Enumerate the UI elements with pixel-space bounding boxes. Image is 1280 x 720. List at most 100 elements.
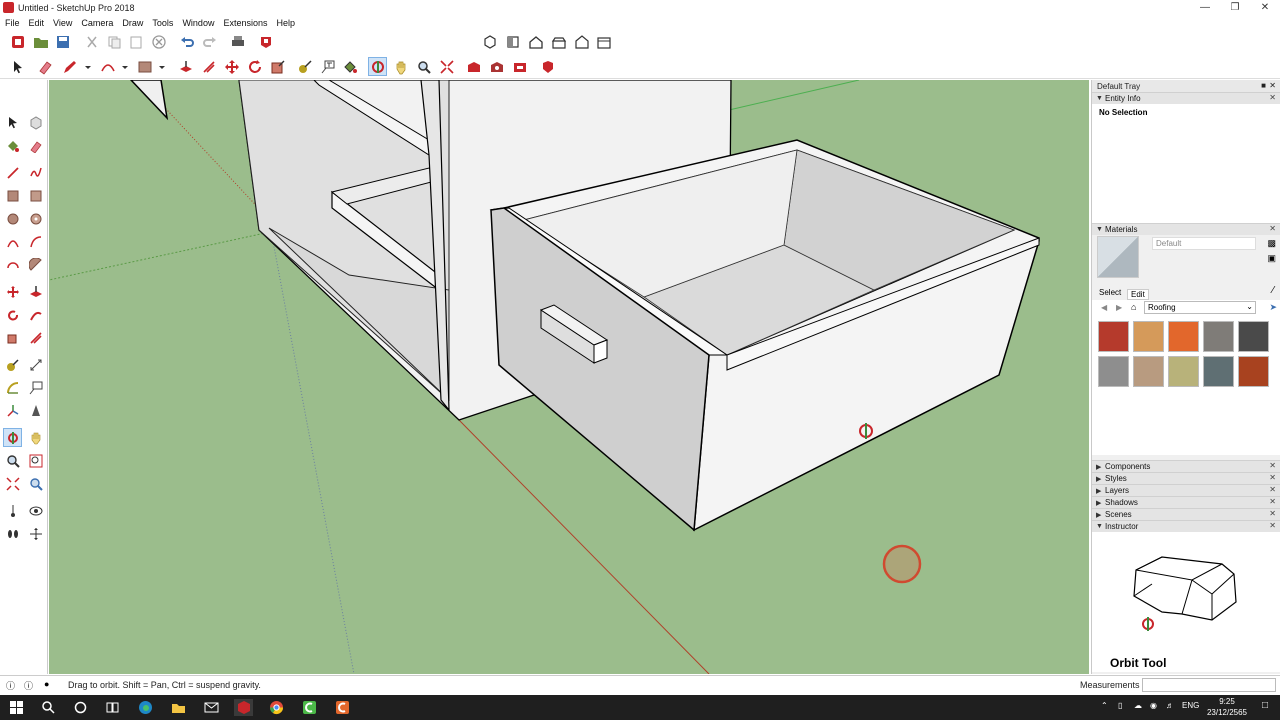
push-pull-icon[interactable]	[176, 57, 195, 76]
zoom-extents-icon[interactable]	[437, 57, 456, 76]
shadows-header[interactable]: ▶ Shadows ✕	[1092, 496, 1280, 508]
chevron-up-icon[interactable]: ⌃	[1101, 701, 1108, 710]
paint-bucket-icon[interactable]	[340, 57, 359, 76]
create-material-icon[interactable]: ▩	[1267, 238, 1276, 249]
rotated-rectangle-icon[interactable]	[26, 186, 45, 205]
follow-me-icon[interactable]	[26, 305, 45, 324]
section-plane-icon[interactable]	[26, 524, 45, 543]
cut-icon[interactable]	[82, 32, 101, 51]
freehand-icon[interactable]	[26, 163, 45, 182]
tape-measure-icon[interactable]	[295, 57, 314, 76]
credits-icon[interactable]: ⓘ	[24, 679, 33, 692]
tab-edit[interactable]: Edit	[1127, 289, 1149, 300]
orbit-tool-icon[interactable]	[3, 428, 22, 447]
zoom-window-icon[interactable]	[26, 451, 45, 470]
line-dropdown-icon[interactable]	[78, 57, 97, 76]
share-model-icon[interactable]	[487, 57, 506, 76]
axes-icon[interactable]	[3, 401, 22, 420]
camtasia-green-icon[interactable]	[301, 699, 318, 716]
panel-close-icon[interactable]: ✕	[1269, 224, 1276, 233]
back-arrow-icon[interactable]: ◀	[1101, 303, 1107, 312]
paste-icon[interactable]	[126, 32, 145, 51]
signin-icon[interactable]: ●	[44, 679, 49, 689]
forward-arrow-icon[interactable]: ▶	[1116, 303, 1122, 312]
undo-icon[interactable]	[177, 32, 196, 51]
move-tool-icon[interactable]	[3, 282, 22, 301]
menu-edit[interactable]: Edit	[24, 18, 49, 28]
material-swatch[interactable]	[1098, 321, 1129, 352]
model-info-icon[interactable]	[256, 32, 275, 51]
details-arrow-icon[interactable]: ➤	[1269, 302, 1277, 313]
save-icon[interactable]	[53, 32, 72, 51]
position-camera-icon[interactable]	[3, 501, 22, 520]
entity-info-header[interactable]: ▼ Entity Info ✕	[1092, 92, 1280, 104]
panel-close-icon[interactable]: ✕	[1269, 473, 1276, 482]
select-arrow-icon[interactable]	[8, 57, 27, 76]
top-view-icon[interactable]	[503, 32, 522, 51]
menu-view[interactable]: View	[48, 18, 76, 28]
panel-close-icon[interactable]: ✕	[1269, 497, 1276, 506]
minimize-icon[interactable]: —	[1190, 0, 1220, 15]
make-component-icon[interactable]	[26, 113, 45, 132]
notification-icon[interactable]: □	[1262, 700, 1268, 711]
search-icon[interactable]	[40, 699, 57, 716]
menu-tools[interactable]: Tools	[147, 18, 177, 28]
styles-header[interactable]: ▶ Styles ✕	[1092, 472, 1280, 484]
zoom-tool-icon[interactable]	[3, 451, 22, 470]
redo-icon[interactable]	[200, 32, 219, 51]
circle-tool-icon[interactable]	[3, 209, 22, 228]
zoom-icon[interactable]	[414, 57, 433, 76]
layers-header[interactable]: ▶ Layers ✕	[1092, 484, 1280, 496]
components-header[interactable]: ▶ Components ✕	[1092, 460, 1280, 472]
offset-tool-icon[interactable]	[26, 328, 45, 347]
material-swatch[interactable]	[1098, 356, 1129, 387]
front-view-icon[interactable]	[526, 32, 545, 51]
scale-tool-icon[interactable]	[3, 328, 22, 347]
text-icon[interactable]	[26, 378, 45, 397]
menu-help[interactable]: Help	[271, 18, 299, 28]
material-swatch[interactable]	[1168, 321, 1199, 352]
two-point-arc-icon[interactable]	[26, 232, 45, 251]
menu-file[interactable]: File	[0, 18, 24, 28]
select-icon[interactable]	[3, 113, 22, 132]
arc-dropdown-icon[interactable]	[115, 57, 134, 76]
panel-close-icon[interactable]: ✕	[1269, 93, 1276, 102]
panel-close-icon[interactable]: ✕	[1269, 521, 1276, 530]
material-swatch[interactable]	[1238, 321, 1269, 352]
pie-icon[interactable]	[26, 255, 45, 274]
modeling-viewport[interactable]	[49, 80, 1089, 674]
windows-start-icon[interactable]	[8, 699, 25, 716]
close-icon[interactable]: ✕	[1250, 0, 1280, 15]
open-file-icon[interactable]	[31, 32, 50, 51]
material-swatch[interactable]	[1168, 356, 1199, 387]
panel-close-icon[interactable]: ✕	[1269, 461, 1276, 470]
cortana-icon[interactable]	[72, 699, 89, 716]
rectangle-tool-icon[interactable]	[3, 186, 22, 205]
copy-icon[interactable]	[104, 32, 123, 51]
geo-location-icon[interactable]: ⓘ	[6, 679, 15, 692]
print-icon[interactable]	[228, 32, 247, 51]
offset-icon[interactable]	[199, 57, 218, 76]
previous-view-icon[interactable]	[26, 474, 45, 493]
collection-dropdown[interactable]: Roofing ⌄	[1144, 301, 1256, 314]
material-swatch[interactable]	[1133, 356, 1164, 387]
scenes-header[interactable]: ▶ Scenes ✕	[1092, 508, 1280, 520]
menu-extensions[interactable]: Extensions	[218, 18, 271, 28]
walk-icon[interactable]	[3, 524, 22, 543]
pin-icon[interactable]: ■	[1261, 81, 1266, 90]
eyedropper-icon[interactable]: ⁄	[1272, 285, 1274, 296]
system-clock[interactable]: 9:25 23/12/2565	[1196, 696, 1258, 718]
three-point-arc-icon[interactable]	[3, 255, 22, 274]
network-icon[interactable]: ◉	[1150, 701, 1157, 710]
warehouse-icon[interactable]	[464, 57, 483, 76]
battery-icon[interactable]: ▯	[1118, 701, 1122, 710]
instructor-header[interactable]: ▼ Instructor ✕	[1092, 520, 1280, 532]
arc-tool-icon[interactable]	[3, 232, 22, 251]
menu-window[interactable]: Window	[177, 18, 218, 28]
line-tool-icon[interactable]	[3, 163, 22, 182]
home-icon[interactable]: ⌂	[1131, 302, 1136, 312]
3d-text-icon[interactable]	[26, 401, 45, 420]
chrome-icon[interactable]	[268, 699, 285, 716]
camtasia-orange-icon[interactable]	[334, 699, 351, 716]
pan-tool-icon[interactable]	[26, 428, 45, 447]
